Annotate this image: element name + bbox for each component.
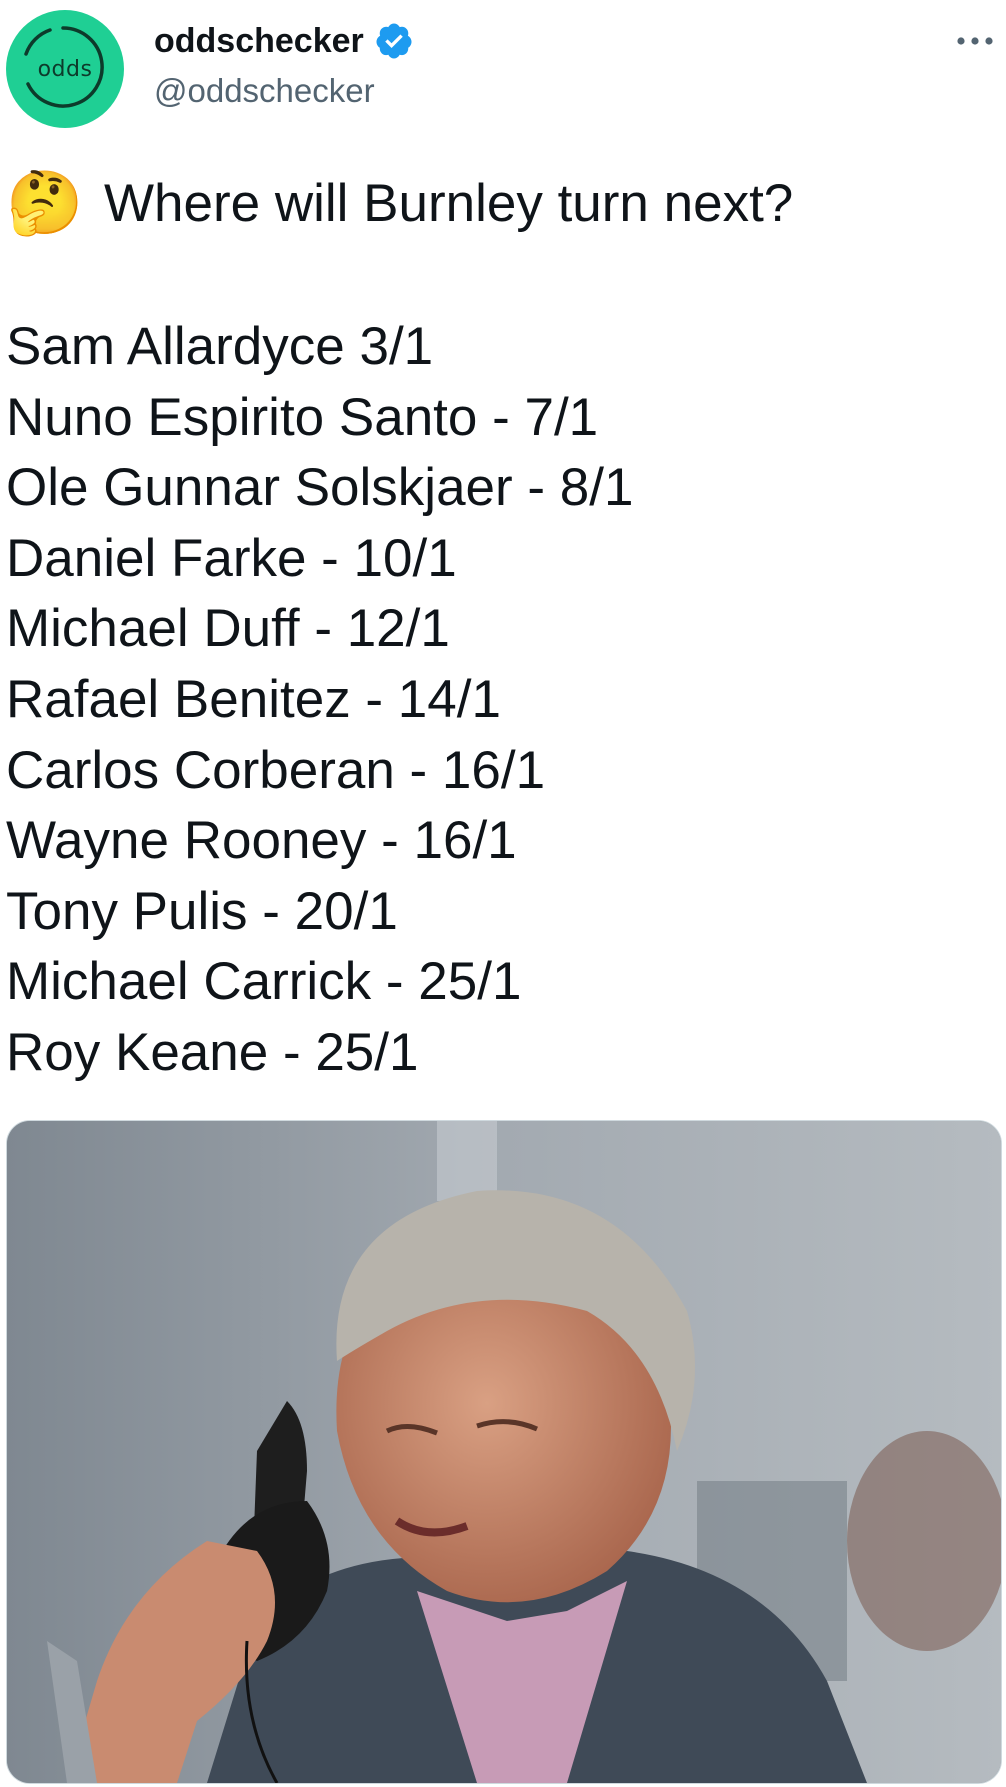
account-handle[interactable]: @oddschecker bbox=[154, 72, 375, 110]
name-row: oddschecker bbox=[154, 18, 414, 64]
odds-line: Nuno Espirito Santo - 7/1 bbox=[6, 387, 599, 447]
odds-line: Michael Carrick - 25/1 bbox=[6, 952, 522, 1012]
question-row: 🤔 Where will Burnley turn next? bbox=[6, 168, 996, 240]
tweet-photo[interactable] bbox=[6, 1120, 1002, 1784]
thinking-face-icon: 🤔 bbox=[6, 169, 84, 238]
avatar-logo-text: odds bbox=[37, 56, 93, 82]
tweet-text: 🤔 Where will Burnley turn next? Sam Alla… bbox=[6, 168, 996, 1089]
odds-line: Rafael Benitez - 14/1 bbox=[6, 669, 501, 729]
odds-line: Tony Pulis - 20/1 bbox=[6, 881, 398, 941]
odds-line: Carlos Corberan - 16/1 bbox=[6, 740, 546, 800]
odds-line: Ole Gunnar Solskjaer - 8/1 bbox=[6, 458, 634, 518]
tweet-question: Where will Burnley turn next? bbox=[104, 174, 794, 233]
odds-line: Sam Allardyce 3/1 bbox=[6, 317, 434, 376]
odds-list: Sam Allardyce 3/1 Nuno Espirito Santo - … bbox=[6, 312, 996, 1089]
more-options-icon[interactable] bbox=[955, 26, 995, 56]
display-name[interactable]: oddschecker bbox=[154, 22, 364, 61]
odds-line: Michael Duff - 12/1 bbox=[6, 599, 450, 659]
tweet-header: odds oddschecker @oddschecker bbox=[0, 0, 1006, 140]
photo-of-man-on-phone-icon bbox=[7, 1121, 1001, 1783]
verified-badge-icon bbox=[376, 23, 412, 59]
odds-line: Wayne Rooney - 16/1 bbox=[6, 811, 517, 871]
odds-line: Roy Keane - 25/1 bbox=[6, 1022, 419, 1082]
avatar[interactable]: odds bbox=[6, 10, 124, 128]
odds-line: Daniel Farke - 10/1 bbox=[6, 528, 457, 588]
